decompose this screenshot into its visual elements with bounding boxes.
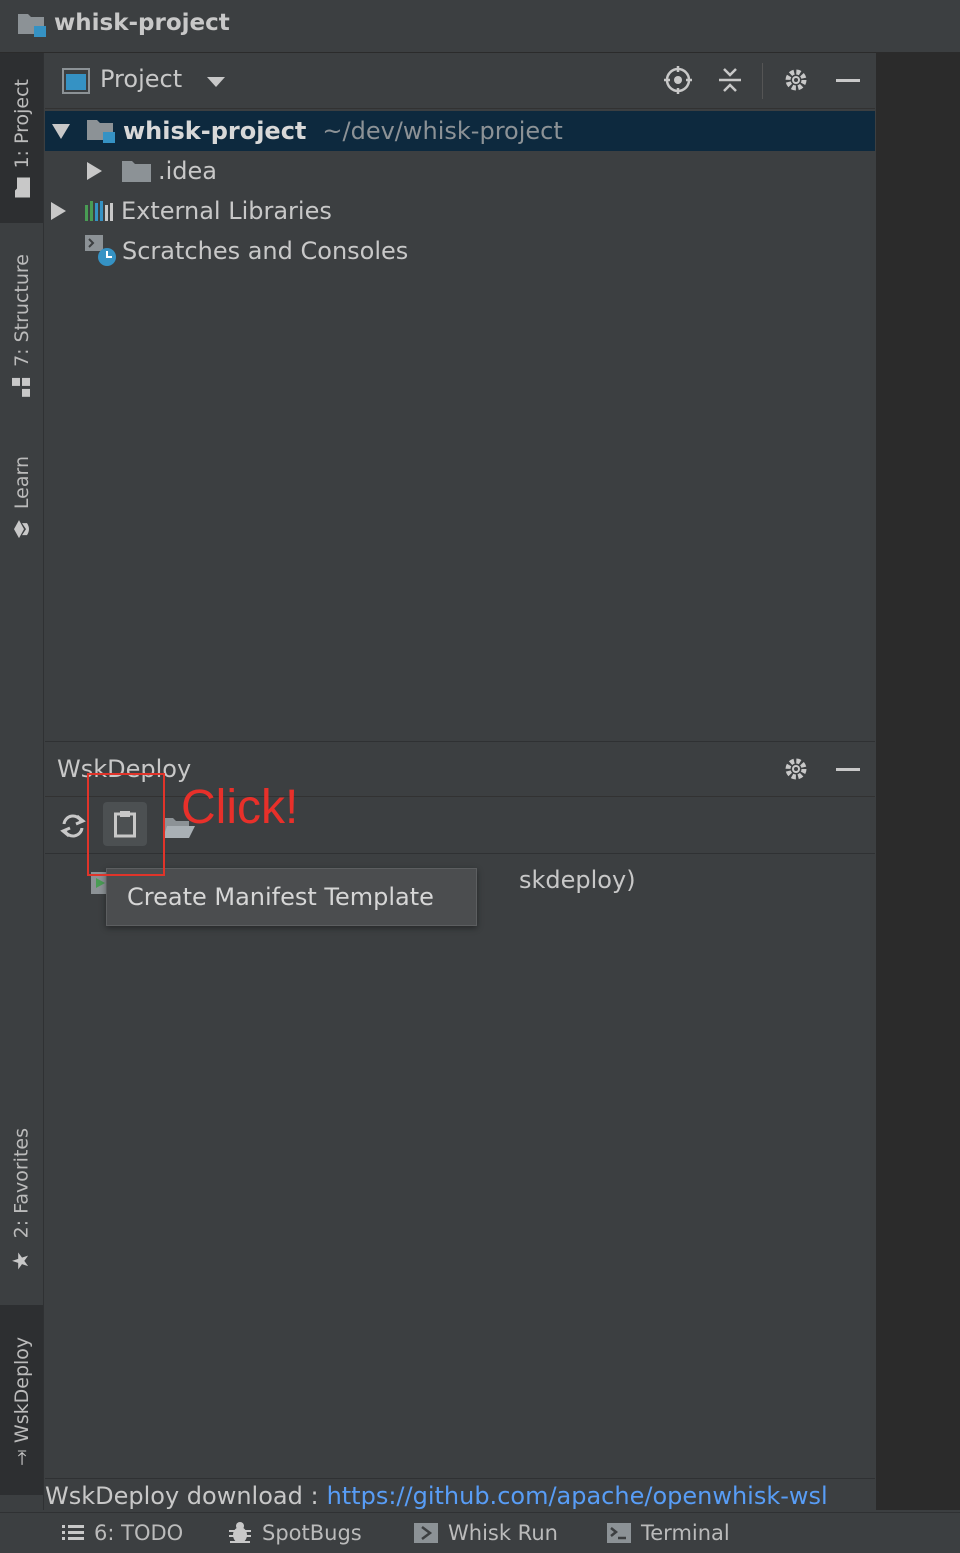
tab-spotbugs-label: SpotBugs xyxy=(262,1521,362,1545)
tooltip-text: Create Manifest Template xyxy=(127,883,434,911)
tab-todo[interactable]: 6: TODO xyxy=(62,1513,183,1553)
tree-item-label: .idea xyxy=(158,157,218,185)
minimize-icon[interactable] xyxy=(833,65,863,95)
tree-item-label: Scratches and Consoles xyxy=(122,237,409,265)
libraries-icon xyxy=(85,201,113,221)
minimize-icon[interactable] xyxy=(833,754,863,784)
scratches-icon xyxy=(85,235,116,266)
terminal-icon xyxy=(607,1523,631,1543)
list-icon xyxy=(62,1525,84,1540)
bottom-tool-bar: 6: TODO SpotBugs Whisk Run Terminal xyxy=(0,1512,960,1553)
collapse-all-icon[interactable] xyxy=(715,65,745,95)
gear-icon[interactable] xyxy=(781,754,811,784)
download-link[interactable]: https://github.com/apache/openwhisk-wsl xyxy=(327,1482,828,1510)
download-label: WskDeploy download : xyxy=(45,1482,319,1510)
editor-area xyxy=(876,53,960,1510)
expand-arrow-icon[interactable] xyxy=(52,123,70,139)
tab-structure[interactable]: 7: Structure xyxy=(0,238,43,413)
tree-root-whisk-project[interactable]: whisk-project ~/dev/whisk-project xyxy=(45,111,875,151)
tab-wskdeploy[interactable]: ⤒ WskDeploy xyxy=(0,1305,43,1495)
header-divider xyxy=(762,63,763,99)
annotation-text: Click! xyxy=(181,781,299,834)
bug-icon xyxy=(229,1522,251,1543)
learn-icon xyxy=(13,520,29,539)
download-bar: WskDeploy download : https://github.com/… xyxy=(45,1478,875,1513)
left-tool-strip: 1: Project 7: Structure Learn ★ 2: Favor… xyxy=(0,53,44,1510)
tab-terminal[interactable]: Terminal xyxy=(607,1513,730,1553)
tab-wskdeploy-label: WskDeploy xyxy=(10,1337,33,1444)
tree-item-scratches[interactable]: Scratches and Consoles xyxy=(45,231,875,271)
project-panel-header: Project xyxy=(45,53,875,109)
refresh-icon[interactable] xyxy=(59,812,87,840)
wskdeploy-toolbar xyxy=(45,797,875,854)
tab-structure-label: 7: Structure xyxy=(10,254,33,367)
tab-project[interactable]: 1: Project xyxy=(0,53,43,223)
star-icon: ★ xyxy=(9,1248,34,1274)
tab-terminal-label: Terminal xyxy=(641,1521,730,1545)
tree-item-external-libraries[interactable]: External Libraries xyxy=(45,191,875,231)
tooltip: Create Manifest Template xyxy=(106,868,477,926)
folder-icon xyxy=(14,177,30,198)
annotation-highlight-box xyxy=(87,773,165,876)
tree-item-label: External Libraries xyxy=(121,197,332,225)
tab-favorites-label: 2: Favorites xyxy=(10,1127,33,1239)
pin-arrow-icon: ⤒ xyxy=(17,1446,26,1471)
project-view-selector[interactable]: Project xyxy=(100,65,182,93)
tree-item-idea[interactable]: .idea xyxy=(45,151,875,191)
wskdeploy-tree-item-label: skdeploy) xyxy=(519,866,636,894)
chevron-down-icon[interactable] xyxy=(207,77,225,87)
project-folder-icon xyxy=(87,120,115,143)
structure-icon xyxy=(11,377,30,397)
gear-icon[interactable] xyxy=(781,65,811,95)
tree-root-label: whisk-project xyxy=(123,117,307,145)
title-bar: whisk-project xyxy=(0,0,960,53)
project-panel: Project whisk-project ~/dev/whisk-projec… xyxy=(45,53,875,741)
wskdeploy-panel-header: WskDeploy xyxy=(45,742,875,797)
run-icon xyxy=(414,1523,438,1543)
tab-learn-label: Learn xyxy=(10,456,33,510)
locate-icon[interactable] xyxy=(663,65,693,95)
wskdeploy-panel: WskDeploy skdeploy) xyxy=(45,741,875,1479)
collapse-arrow-icon[interactable] xyxy=(87,162,102,180)
project-view-icon xyxy=(62,68,90,94)
tab-favorites[interactable]: ★ 2: Favorites xyxy=(0,1113,43,1288)
window-title: whisk-project xyxy=(54,10,230,36)
folder-icon xyxy=(122,161,151,182)
wskdeploy-tree: skdeploy) xyxy=(45,854,875,1479)
tab-spotbugs[interactable]: SpotBugs xyxy=(228,1513,362,1553)
tab-todo-label: 6: TODO xyxy=(94,1521,184,1545)
tab-whisk-run-label: Whisk Run xyxy=(448,1521,558,1545)
tab-whisk-run[interactable]: Whisk Run xyxy=(414,1513,558,1553)
tab-learn[interactable]: Learn xyxy=(0,443,43,553)
tree-root-path: ~/dev/whisk-project xyxy=(322,117,563,145)
tab-project-label: 1: Project xyxy=(10,79,33,169)
project-folder-icon xyxy=(18,14,46,37)
collapse-arrow-icon[interactable] xyxy=(51,202,66,220)
